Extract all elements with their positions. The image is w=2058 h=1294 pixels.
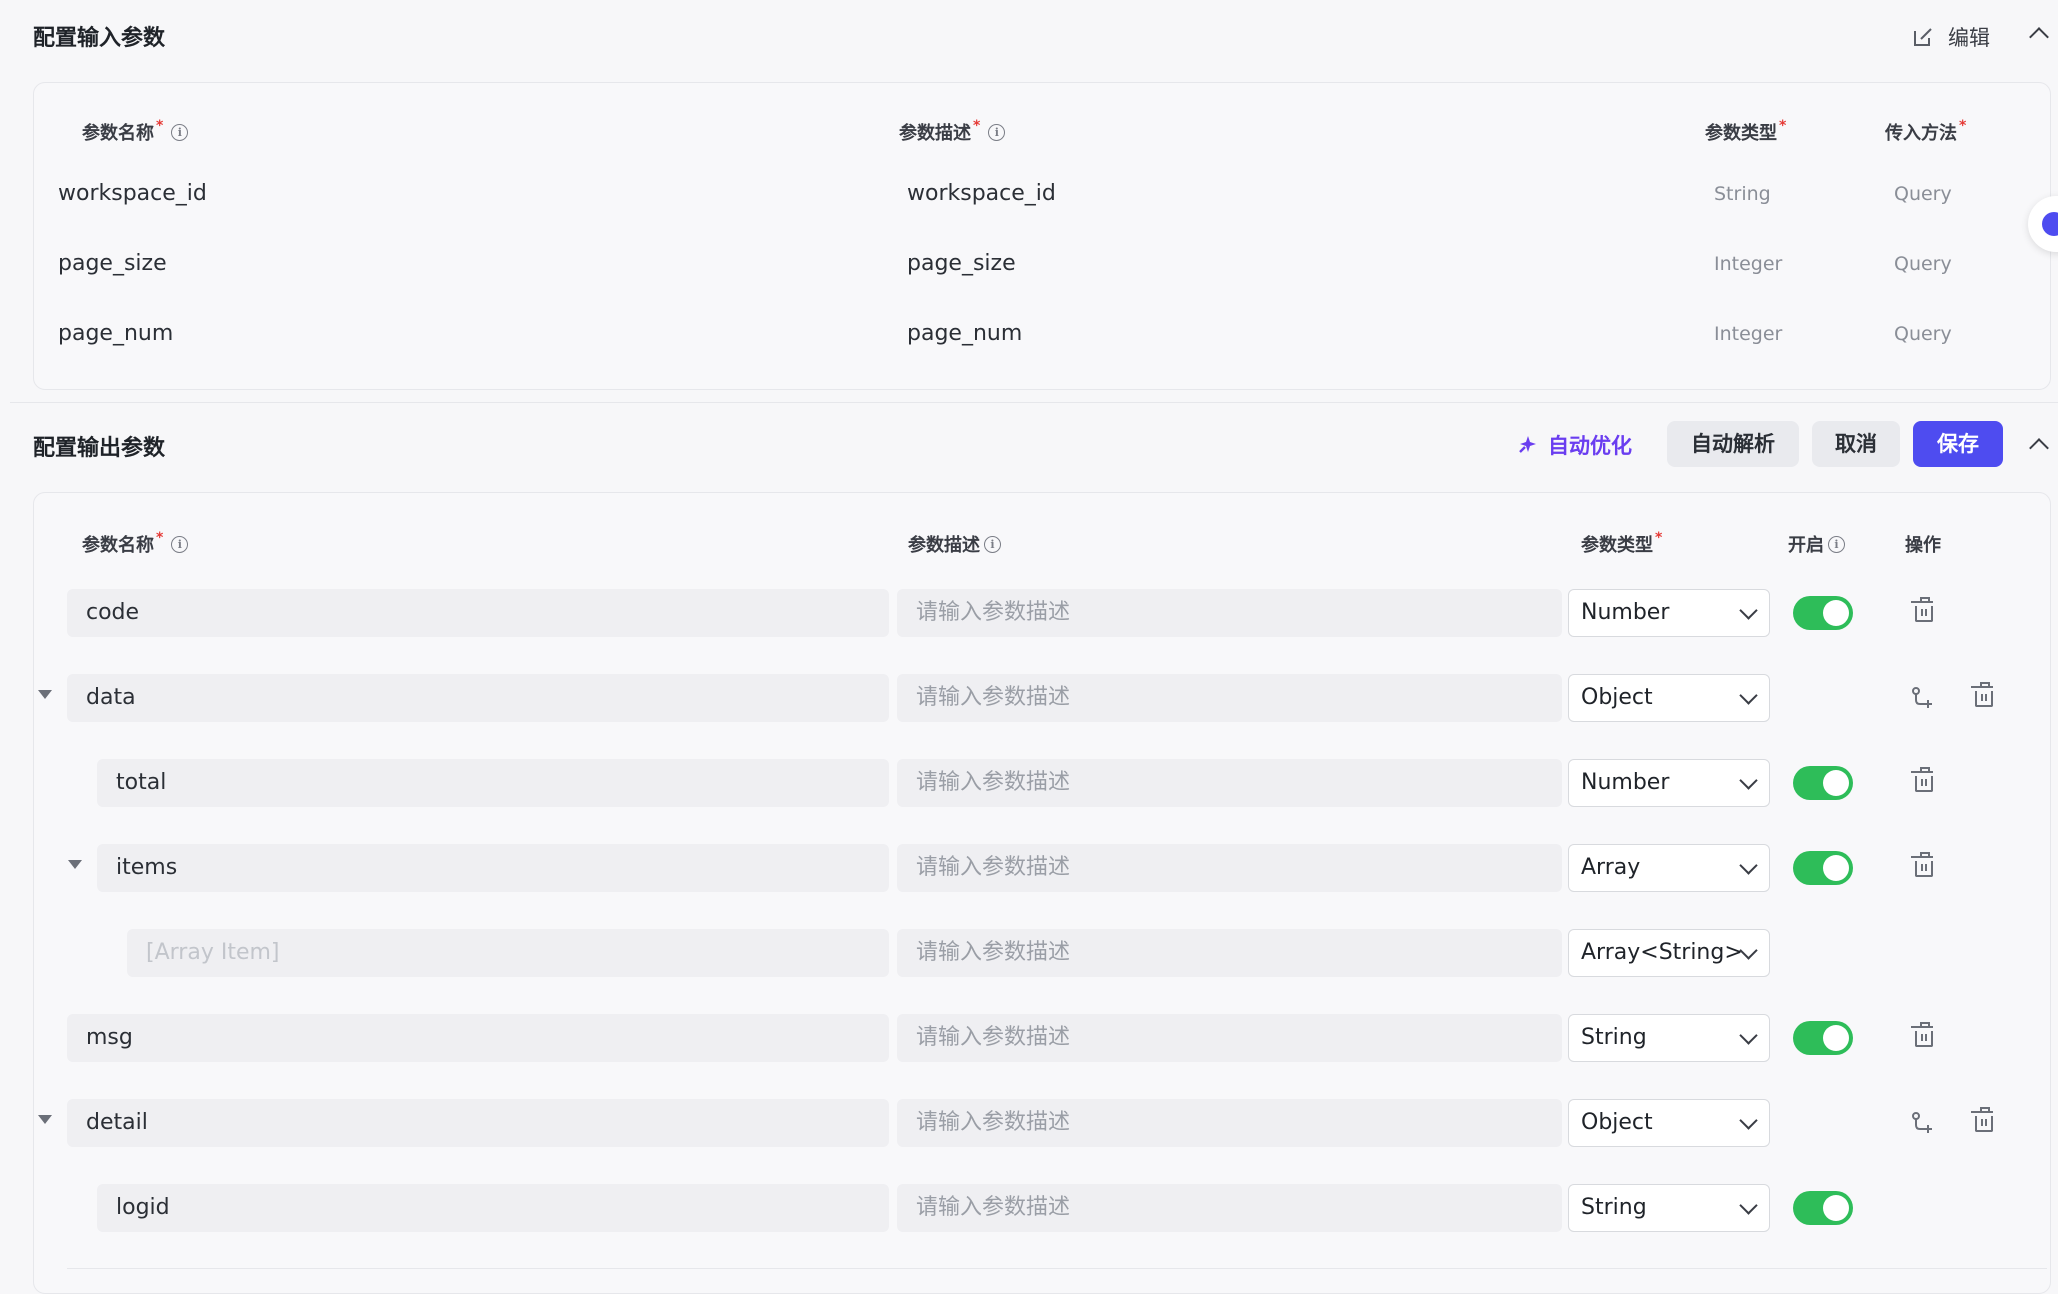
param-desc-input[interactable]: 请输入参数描述 <box>897 929 1562 977</box>
output-header-desc: 参数描述 i <box>908 531 1001 557</box>
input-params-panel: 参数名称 * i 参数描述 * i 参数类型 * 传入方法 * workspace_id w… <box>33 82 2051 390</box>
delete-icon[interactable] <box>1911 767 1933 792</box>
input-row-desc: workspace_id <box>907 181 1056 206</box>
info-icon: i <box>988 123 1006 141</box>
param-desc-input[interactable]: 请输入参数描述 <box>897 1184 1562 1232</box>
collapse-input-icon[interactable] <box>2029 27 2049 47</box>
enable-toggle[interactable] <box>1793 1191 1853 1225</box>
param-desc-input[interactable]: 请输入参数描述 <box>897 674 1562 722</box>
expand-caret-icon[interactable] <box>38 690 52 699</box>
info-icon: i <box>171 123 189 141</box>
enable-toggle[interactable] <box>1793 596 1853 630</box>
param-name-input[interactable]: total <box>97 759 889 807</box>
param-name-input[interactable]: items <box>97 844 889 892</box>
input-header-name: 参数名称 * i <box>82 118 189 145</box>
sparkle-icon <box>1519 436 1536 453</box>
edit-icon <box>1914 28 1932 46</box>
input-section-title: 配置输入参数 <box>33 26 166 51</box>
chevron-down-icon <box>1739 1111 1758 1130</box>
chevron-down-icon <box>1739 1026 1758 1045</box>
param-desc-input[interactable]: 请输入参数描述 <box>897 844 1562 892</box>
section-divider <box>10 402 2058 403</box>
input-row-type: Integer <box>1714 323 1783 345</box>
delete-icon[interactable] <box>1971 682 1993 707</box>
delete-icon[interactable] <box>1971 1107 1993 1132</box>
delete-icon[interactable] <box>1911 852 1933 877</box>
param-type-select[interactable]: Object <box>1568 1099 1770 1147</box>
input-header-desc: 参数描述 * i <box>899 118 1006 145</box>
input-row-type: Integer <box>1714 253 1783 275</box>
output-header-enable: 开启 i <box>1788 531 1845 557</box>
output-header-name: 参数名称 * i <box>82 530 189 557</box>
param-name-input[interactable]: code <box>67 589 889 637</box>
edit-label: 编辑 <box>1948 26 1990 50</box>
input-row-name: workspace_id <box>58 181 207 206</box>
output-header-action: 操作 <box>1905 535 1941 556</box>
param-type-select[interactable]: Array<String> <box>1568 929 1770 977</box>
input-header-method: 传入方法 * <box>1885 118 1967 144</box>
output-header-type: 参数类型 * <box>1581 530 1663 556</box>
param-name-input[interactable]: data <box>67 674 889 722</box>
info-icon: i <box>1828 535 1845 553</box>
input-row-name: page_size <box>58 251 167 276</box>
param-type-select[interactable]: String <box>1568 1014 1770 1062</box>
param-desc-input[interactable]: 请输入参数描述 <box>897 1099 1562 1147</box>
chevron-down-icon <box>1739 601 1758 620</box>
chevron-down-icon <box>1739 1196 1758 1215</box>
input-row-desc: page_num <box>907 321 1023 346</box>
input-row-method: Query <box>1894 183 1952 205</box>
row-divider <box>67 1268 2047 1269</box>
cancel-button[interactable]: 取消 <box>1812 421 1900 467</box>
input-row-name: page_num <box>58 321 174 346</box>
param-type-select[interactable]: Object <box>1568 674 1770 722</box>
input-row-type: String <box>1714 183 1771 205</box>
collapse-output-icon[interactable] <box>2029 438 2049 458</box>
delete-icon[interactable] <box>1911 597 1933 622</box>
auto-optimize-button[interactable]: 自动优化 <box>1516 430 1632 460</box>
expand-caret-icon[interactable] <box>38 1115 52 1124</box>
param-desc-input[interactable]: 请输入参数描述 <box>897 759 1562 807</box>
param-type-select[interactable]: Number <box>1568 589 1770 637</box>
array-item-name-field: [Array Item] <box>127 929 889 977</box>
param-name-input[interactable]: logid <box>97 1184 889 1232</box>
chevron-down-icon <box>1739 686 1758 705</box>
edit-button[interactable]: 编辑 <box>1912 22 1990 52</box>
chevron-down-icon <box>1739 771 1758 790</box>
input-row-method: Query <box>1894 253 1952 275</box>
auto-parse-button[interactable]: 自动解析 <box>1667 421 1799 467</box>
param-name-input[interactable]: msg <box>67 1014 889 1062</box>
param-type-select[interactable]: String <box>1568 1184 1770 1232</box>
input-row-desc: page_size <box>907 251 1016 276</box>
delete-icon[interactable] <box>1911 1022 1933 1047</box>
assistant-icon <box>2042 212 2058 236</box>
info-icon: i <box>171 535 189 553</box>
add-child-icon[interactable] <box>1911 1112 1933 1134</box>
param-desc-input[interactable]: 请输入参数描述 <box>897 589 1562 637</box>
param-type-select[interactable]: Number <box>1568 759 1770 807</box>
input-header-type: 参数类型 * <box>1705 118 1787 144</box>
output-section-title: 配置输出参数 <box>33 436 166 461</box>
param-type-select[interactable]: Array <box>1568 844 1770 892</box>
input-row-method: Query <box>1894 323 1952 345</box>
auto-optimize-label: 自动优化 <box>1548 434 1632 458</box>
save-button[interactable]: 保存 <box>1913 421 2003 467</box>
enable-toggle[interactable] <box>1793 766 1853 800</box>
expand-caret-icon[interactable] <box>68 860 82 869</box>
add-child-icon[interactable] <box>1911 687 1933 709</box>
param-desc-input[interactable]: 请输入参数描述 <box>897 1014 1562 1062</box>
param-name-input[interactable]: detail <box>67 1099 889 1147</box>
enable-toggle[interactable] <box>1793 1021 1853 1055</box>
info-icon: i <box>984 535 1001 553</box>
chevron-down-icon <box>1739 856 1758 875</box>
enable-toggle[interactable] <box>1793 851 1853 885</box>
